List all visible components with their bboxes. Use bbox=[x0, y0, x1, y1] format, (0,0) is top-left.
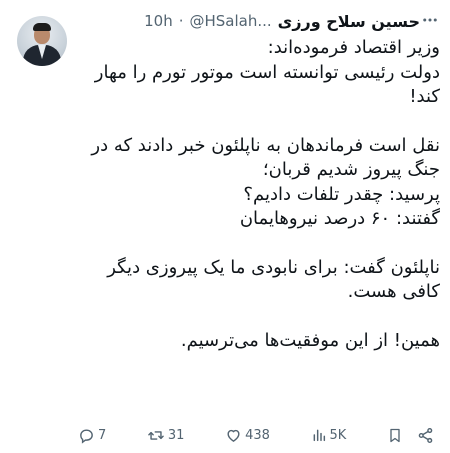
bookmark-button[interactable] bbox=[387, 427, 403, 444]
share-button[interactable] bbox=[417, 427, 434, 444]
more-dots-icon bbox=[423, 18, 437, 22]
avatar[interactable] bbox=[17, 16, 67, 66]
like-button[interactable]: 438 bbox=[225, 427, 270, 444]
views-button[interactable]: 5K bbox=[311, 427, 347, 443]
retweet-count: 31 bbox=[167, 427, 185, 443]
reply-count: 7 bbox=[98, 427, 107, 443]
avatar-hair bbox=[33, 23, 51, 31]
tweet-header: حسین سلاح ورزی @HSalah... · 10h bbox=[80, 9, 420, 33]
separator-dot: · bbox=[178, 12, 184, 30]
secondary-actions bbox=[387, 427, 434, 444]
timestamp[interactable]: 10h bbox=[144, 12, 173, 30]
author-handle[interactable]: @HSalah... bbox=[190, 12, 272, 30]
action-bar: 7 31 438 5K bbox=[78, 423, 434, 447]
retweet-button[interactable]: 31 bbox=[147, 427, 185, 444]
bookmark-icon bbox=[390, 428, 400, 442]
reply-icon bbox=[80, 428, 93, 444]
heart-icon bbox=[227, 429, 240, 442]
tweet-paragraph-2: نقل است فرماندهان به ناپلئون خبر دادند ک… bbox=[91, 134, 440, 230]
tweet-text: وزیر اقتصاد فرموده‌اند: دولت رئیسی توانس… bbox=[74, 36, 440, 353]
more-button[interactable] bbox=[418, 8, 442, 32]
author-name[interactable]: حسین سلاح ورزی bbox=[278, 12, 420, 31]
retweet-icon bbox=[148, 430, 164, 440]
tweet-paragraph-4: همین! از این موفقیت‌ها می‌ترسیم. bbox=[180, 329, 440, 351]
reply-button[interactable]: 7 bbox=[78, 427, 106, 444]
tweet-card[interactable]: حسین سلاح ورزی @HSalah... · 10h وزیر اقت… bbox=[0, 0, 450, 453]
like-count: 438 bbox=[245, 427, 270, 443]
share-icon bbox=[418, 427, 433, 443]
tweet-paragraph-3: ناپلئون گفت: برای نابودی ما یک پیروزی دی… bbox=[107, 256, 440, 303]
tweet-paragraph-1: وزیر اقتصاد فرموده‌اند: دولت رئیسی توانس… bbox=[94, 37, 440, 107]
view-count: 5K bbox=[329, 427, 347, 443]
views-chart-icon bbox=[313, 429, 325, 442]
